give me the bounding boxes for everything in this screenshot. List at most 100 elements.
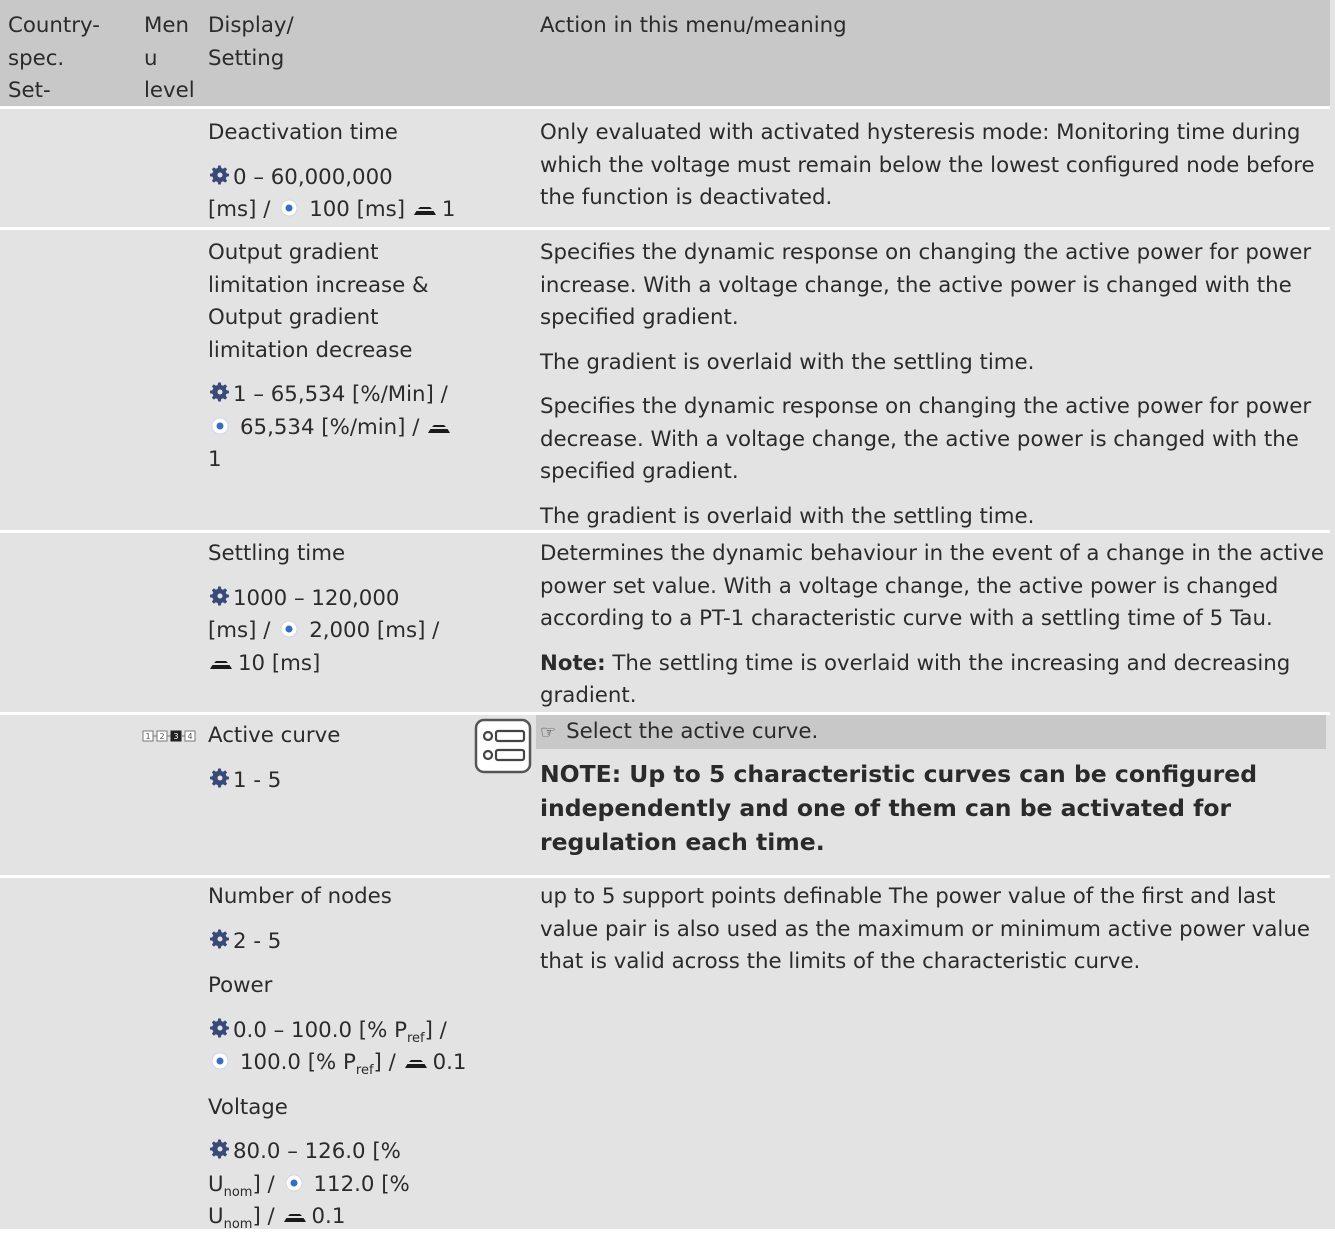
voltage-title: Voltage <box>208 1094 288 1120</box>
range-value: 1000 – 120,000 <box>233 585 400 611</box>
default-value-icon <box>208 1049 232 1073</box>
step-value: 1 <box>441 197 456 222</box>
note-label: Note: <box>540 650 606 676</box>
unit-text: [ms] / <box>208 618 271 643</box>
unit-text: ] / <box>252 1204 275 1229</box>
step-size-icon <box>412 195 438 219</box>
setting-cell: Deactivation time 0 – 60,000,000 [ms] / … <box>208 117 478 227</box>
range-value: 1 - 5 <box>233 767 282 793</box>
step-value: 0.1 <box>311 1204 346 1229</box>
setting-default: [ms] / 100 [ms] 1 <box>208 194 478 227</box>
default-value: 65,534 [%/min] / <box>240 414 420 440</box>
voltage-default: Unom] / 112.0 [% <box>208 1169 478 1202</box>
header-text: Display/ <box>208 13 294 38</box>
default-value-icon <box>282 1171 306 1195</box>
action-text: up to 5 support points definable The pow… <box>540 884 1310 974</box>
unit-text: ] / <box>252 1171 275 1197</box>
setting-range: 0 – 60,000,000 <box>208 162 478 195</box>
table-row-gradient: Output gradient limitation increase & Ou… <box>0 230 1330 530</box>
range-value: ] / <box>424 1017 447 1043</box>
setting-cell: Output gradient limitation increase & Ou… <box>208 237 478 477</box>
header-text: u <box>144 45 158 71</box>
svg-text:2: 2 <box>159 732 164 741</box>
default-value: 100 [ms] <box>309 197 406 222</box>
table-row-deactivation-time: Deactivation time 0 – 60,000,000 [ms] / … <box>0 109 1330 227</box>
unit-text: U <box>208 1171 224 1197</box>
subscript: ref <box>355 1063 374 1078</box>
unit-text: U <box>208 1204 224 1229</box>
setting-range: 1 – 65,534 [%/Min] / <box>208 379 478 412</box>
settings-table: Country- spec. Set- tings Men u level Di… <box>0 0 1335 1231</box>
menu-level-3-of-4-icon: 1 2 3 4 <box>142 721 204 754</box>
setting-default: 65,534 [%/min] / <box>208 412 478 445</box>
setting-range: 2 - 5 <box>208 926 478 959</box>
step-value: 10 [ms] <box>238 650 321 676</box>
header-display-setting: Display/ Setting <box>208 10 478 75</box>
gear-icon <box>208 380 232 404</box>
header-text: Country- <box>8 13 100 38</box>
action-text: Determines the dynamic behaviour in the … <box>540 541 1324 631</box>
action-cell: Specifies the dynamic response on changi… <box>540 237 1330 533</box>
pointing-hand-icon: ☞ <box>540 722 557 743</box>
header-text: level <box>144 78 195 103</box>
unit-text: [ms] / <box>208 197 271 222</box>
range-value: 1 – 65,534 [%/Min] / <box>233 382 448 407</box>
step-size-icon <box>208 649 234 673</box>
power-default: 100.0 [% Pref] / 0.1 <box>208 1047 478 1080</box>
setting-title: Number of nodes <box>208 884 392 909</box>
menu-list-icon <box>474 718 532 774</box>
range-value: 0 – 60,000,000 <box>233 164 393 190</box>
action-cell: up to 5 support points definable The pow… <box>540 881 1330 979</box>
action-text: Specifies the dynamic response on changi… <box>540 240 1312 330</box>
range-value: 0.0 – 100.0 [% P <box>233 1017 407 1043</box>
action-text: The gradient is overlaid with the settli… <box>540 503 1035 529</box>
voltage-range: 80.0 – 126.0 [% <box>208 1136 478 1169</box>
range-value: 2 - 5 <box>233 928 282 954</box>
table-row-nodes: Number of nodes 2 - 5 Power 0.0 – 100.0 … <box>0 878 1330 1231</box>
default-value: 2,000 [ms] / <box>309 618 440 643</box>
default-value-icon <box>277 617 301 641</box>
setting-cell: Active curve 1 - 5 <box>208 720 478 797</box>
note-text: NOTE: Up to 5 characteristic curves can … <box>540 760 1258 856</box>
action-cell: Determines the dynamic behaviour in the … <box>540 538 1330 713</box>
header-text: Men <box>144 13 189 38</box>
default-value-icon <box>277 196 301 220</box>
gear-icon <box>208 1137 232 1161</box>
setting-title: Settling time <box>208 541 346 566</box>
gear-icon <box>208 1016 232 1040</box>
action-cell: ☞ Select the active curve. NOTE: Up to 5 … <box>536 715 1326 859</box>
step-value: 0.1 <box>432 1050 467 1075</box>
gear-icon <box>208 163 232 187</box>
setting-range: 1 - 5 <box>208 765 478 798</box>
note-text: Note: The settling time is overlaid with… <box>540 648 1330 713</box>
setting-range: 1000 – 120,000 <box>208 583 478 616</box>
action-cell: Only evaluated with activated hysteresis… <box>540 117 1330 215</box>
header-menu-level: Men u level <box>144 10 204 108</box>
step-size-icon <box>403 1048 429 1072</box>
setting-default: [ms] / 2,000 [ms] / <box>208 615 478 648</box>
action-text: Specifies the dynamic response on changi… <box>540 394 1312 484</box>
menu-level-cell: 1 2 3 4 <box>142 722 212 755</box>
gear-icon <box>208 766 232 790</box>
instruction-text: Select the active curve. <box>566 719 819 744</box>
table-row-active-curve: 1 2 3 4 Active curve 1 - 5 ☞ Select the … <box>0 715 1330 875</box>
header-text: Action in this menu/meaning <box>540 13 847 38</box>
gear-icon <box>208 927 232 951</box>
range-value: 80.0 – 126.0 [% <box>233 1139 401 1164</box>
step-size-icon <box>282 1202 308 1226</box>
gear-icon <box>208 584 232 608</box>
header-text: Setting <box>208 45 285 71</box>
subscript: nom <box>223 1184 253 1200</box>
setting-step: 10 [ms] <box>208 648 478 681</box>
default-value: 112.0 [% <box>313 1171 410 1197</box>
step-size-icon <box>426 413 452 437</box>
svg-text:4: 4 <box>187 732 192 741</box>
subscript: ref <box>406 1030 425 1046</box>
setting-title: Output gradient limitation increase & Ou… <box>208 240 429 363</box>
default-value-icon <box>208 414 232 438</box>
note-body: The settling time is overlaid with the i… <box>540 650 1291 709</box>
power-range: 0.0 – 100.0 [% Pref] / <box>208 1015 478 1048</box>
default-value: 100.0 [% P <box>240 1050 356 1075</box>
action-instruction: ☞ Select the active curve. <box>536 715 1326 749</box>
action-text: Only evaluated with activated hysteresis… <box>540 120 1315 210</box>
